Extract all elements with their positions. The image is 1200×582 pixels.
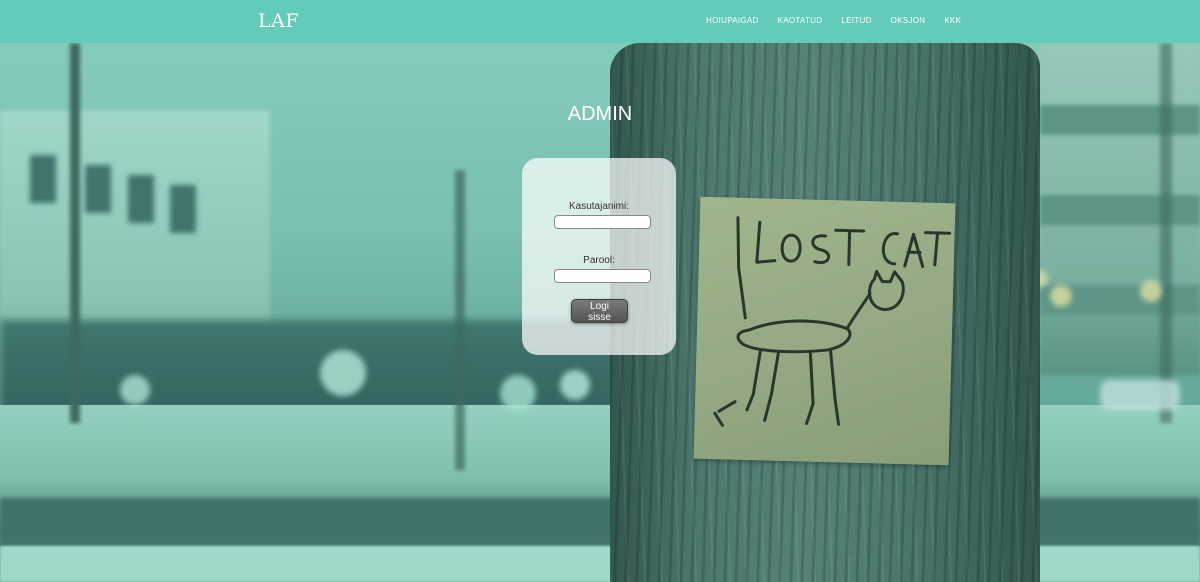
page-title: ADMIN [567, 103, 633, 125]
username-input[interactable] [554, 215, 651, 229]
nav-link-oksjon[interactable]: OKSJON [891, 16, 926, 25]
nav-link-kaotatud[interactable]: KAOTATUD [778, 16, 823, 25]
nav-link-leitud[interactable]: LEITUD [841, 16, 871, 25]
nav-link-kkk[interactable]: KKK [944, 16, 961, 25]
nav-links: HOIUPAIGAD KAOTATUD LEITUD OKSJON KKK [706, 16, 980, 25]
brand-logo[interactable]: LAF [258, 10, 299, 32]
nav-link-hoiupaigad[interactable]: HOIUPAIGAD [706, 16, 759, 25]
login-button[interactable]: Logi sisse [571, 299, 628, 323]
top-navbar: LAF HOIUPAIGAD KAOTATUD LEITUD OKSJON KK… [0, 0, 1200, 43]
username-label: Kasutajanimi: [568, 201, 630, 212]
password-input[interactable] [554, 269, 651, 283]
login-form: Kasutajanimi: Parool: Logi sisse [522, 158, 676, 355]
password-label: Parool: [583, 255, 615, 266]
